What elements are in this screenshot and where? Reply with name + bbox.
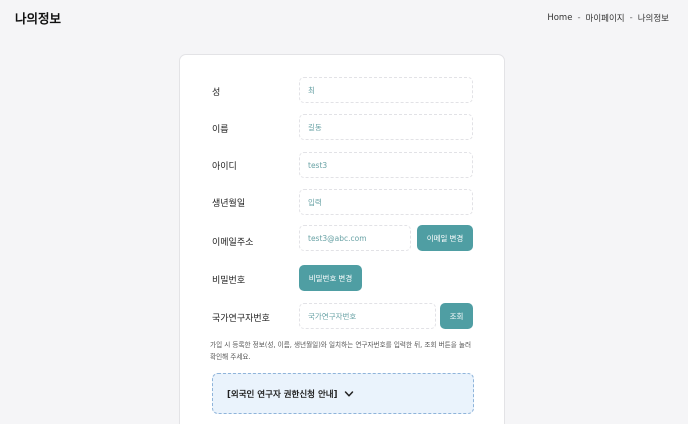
first-name-field[interactable]: 길동	[299, 114, 473, 140]
user-id-field[interactable]: test3	[299, 152, 473, 178]
page-header: 나의정보 Home - 마이페이지 - 나의정보	[0, 0, 688, 36]
researcher-notice: 가입 시 등록한 정보(성, 이름, 생년월일)와 일치하는 연구자번호를 입력…	[210, 341, 472, 361]
last-name-field[interactable]: 최	[299, 77, 473, 103]
email-field[interactable]: test3@abc.com	[299, 225, 411, 251]
lookup-button[interactable]: 조회	[440, 303, 473, 329]
breadcrumb-separator: -	[629, 13, 633, 23]
birthdate-field[interactable]: 입력	[299, 189, 473, 215]
profile-card: 성 최 이름 길동 아이디 test3 생년월일 입력 이메일주소 test3@…	[179, 54, 505, 424]
last-name-label: 성	[212, 88, 221, 98]
email-change-button[interactable]: 이메일 변경	[417, 225, 473, 251]
foreign-researcher-label: [외국인 연구자 권한신청 안내]	[227, 389, 338, 400]
researcher-number-input[interactable]: 국가연구자번호	[299, 303, 436, 329]
breadcrumb: Home - 마이페이지 - 나의정보	[547, 12, 669, 24]
foreign-researcher-toggle[interactable]: [외국인 연구자 권한신청 안내]	[212, 373, 474, 414]
first-name-label: 이름	[212, 125, 229, 135]
breadcrumb-separator: -	[577, 13, 581, 23]
page-title: 나의정보	[15, 11, 62, 26]
password-label: 비밀번호	[212, 276, 246, 286]
email-label: 이메일주소	[212, 238, 254, 248]
birthdate-label: 생년월일	[212, 199, 246, 209]
breadcrumb-mypage[interactable]: 마이페이지	[586, 12, 625, 24]
chevron-down-icon	[344, 390, 353, 397]
breadcrumb-current: 나의정보	[637, 14, 669, 24]
password-change-button[interactable]: 비밀번호 변경	[299, 265, 362, 291]
breadcrumb-home[interactable]: Home	[547, 13, 572, 23]
researcher-number-label: 국가연구자번호	[212, 314, 270, 324]
user-id-label: 아이디	[212, 162, 237, 172]
